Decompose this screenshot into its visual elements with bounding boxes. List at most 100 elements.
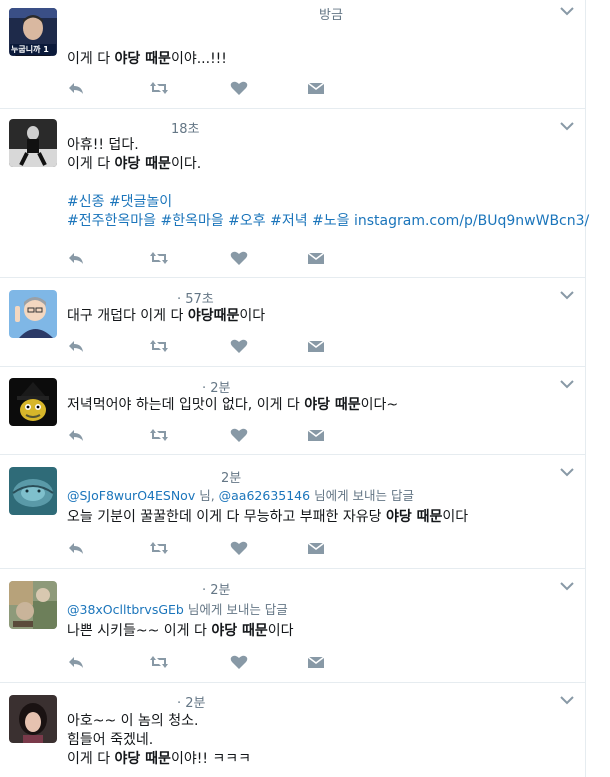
reply-icon[interactable]: [67, 654, 85, 670]
avatar[interactable]: [9, 695, 57, 743]
tweet[interactable]: · 2분 @38xOclltbrvsGEb 님에게 보내는 답글 나쁜 시키들~~…: [0, 569, 586, 683]
envelope-icon[interactable]: [307, 654, 325, 670]
avatar-badge: 누굽니까 1: [11, 45, 49, 54]
reply-icon[interactable]: [67, 338, 85, 354]
heart-icon[interactable]: [230, 654, 248, 670]
highlight-text: 야당때문: [187, 308, 240, 324]
tweet-actions: [67, 250, 337, 266]
chevron-down-icon[interactable]: [560, 121, 574, 131]
avatar[interactable]: [9, 290, 57, 338]
tweet-text-segment: 이야!! ㅋㅋㅋ: [170, 751, 252, 767]
heart-icon[interactable]: [230, 338, 248, 354]
tweet[interactable]: 18초 아휴!! 덥다. 이게 다 야당 때문이다. #신종 #댓글놀이 #전주한옥마…: [0, 109, 589, 278]
avatar[interactable]: 누굽니까 1: [9, 8, 57, 56]
tweet-line: 이게 다 야당 때문이야!! ㅋㅋㅋ: [67, 750, 572, 769]
envelope-icon[interactable]: [307, 250, 325, 266]
tweet-line: 아호~~ 이 놈의 청소.: [67, 712, 572, 731]
tweet-text-segment: 이게 다: [67, 751, 115, 767]
tweet-time[interactable]: 방금: [319, 4, 343, 23]
tweet-text: 이게 다 야당 때문이야...!!!: [67, 50, 572, 69]
tweet-actions: [67, 540, 337, 556]
tweet-text-segment: 이게 다: [67, 51, 115, 67]
tweet-time[interactable]: · 2분: [177, 692, 206, 711]
tweet-text-segment: 아호~~ 이 놈의 청소.: [67, 713, 199, 729]
tweet-time[interactable]: · 2분: [202, 377, 231, 396]
reply-icon[interactable]: [67, 80, 85, 96]
tweet[interactable]: · 57초 대구 개덥다 이게 다 야당때문이다: [0, 278, 586, 367]
highlight-text: 야당 때문: [304, 397, 361, 413]
text-link[interactable]: #전주한옥마을 #한옥마을 #오후 #저녁 #노을 instagram.com/…: [67, 213, 589, 229]
chevron-down-icon[interactable]: [560, 581, 574, 591]
tweet-time[interactable]: 2분: [221, 467, 241, 486]
text-link[interactable]: #신종 #댓글놀이: [67, 194, 172, 210]
highlight-text: 야당 때문: [114, 51, 171, 67]
avatar[interactable]: [9, 119, 57, 167]
envelope-icon[interactable]: [307, 540, 325, 556]
tweet-text-segment: 이게 다: [67, 156, 115, 172]
envelope-icon[interactable]: [307, 427, 325, 443]
tweet-text-segment: 님,: [195, 488, 219, 503]
heart-icon[interactable]: [230, 80, 248, 96]
tweet-text-segment: 이다~: [360, 397, 399, 413]
tweet-text-segment: 이야...!!!: [170, 51, 227, 67]
chevron-down-icon[interactable]: [560, 6, 574, 16]
reply-icon[interactable]: [67, 427, 85, 443]
tweet-text: 아호~~ 이 놈의 청소. 힘들어 죽겠네. 이게 다 야당 때문이야!! ㅋㅋㅋ: [67, 712, 572, 769]
tweet-text-segment: 저녁먹어야 하는데 입맛이 없다, 이게 다: [67, 397, 305, 413]
text-link[interactable]: @SJoF8wurO4ESNov: [67, 488, 195, 503]
chevron-down-icon[interactable]: [560, 379, 574, 389]
tweet[interactable]: · 2분 저녁먹어야 하는데 입맛이 없다, 이게 다 야당 때문이다~: [0, 367, 586, 455]
tweet[interactable]: · 2분 아호~~ 이 놈의 청소. 힘들어 죽겠네. 이게 다 야당 때문이야!!…: [0, 683, 586, 777]
tweet-line: #신종 #댓글놀이: [67, 193, 572, 212]
tweet-text: 저녁먹어야 하는데 입맛이 없다, 이게 다 야당 때문이다~: [67, 396, 572, 415]
highlight-text: 야당 때문: [114, 156, 171, 172]
tweet-time[interactable]: · 2분: [202, 579, 231, 598]
tweet-text: 대구 개덥다 이게 다 야당때문이다: [67, 307, 572, 326]
tweet-actions: [67, 338, 337, 354]
tweet[interactable]: 누굽니까 1 방금 이게 다 야당 때문이야...!!!: [0, 0, 586, 109]
retweet-icon[interactable]: [149, 338, 169, 354]
highlight-text: 야당 때문: [385, 509, 443, 525]
heart-icon[interactable]: [230, 427, 248, 443]
highlight-text: 야당 때문: [114, 751, 171, 767]
tweet-actions: [67, 654, 337, 670]
avatar[interactable]: [9, 378, 57, 426]
chevron-down-icon[interactable]: [560, 467, 574, 477]
heart-icon[interactable]: [230, 250, 248, 266]
reply-icon[interactable]: [67, 250, 85, 266]
tweet-text: 아휴!! 덥다. 이게 다 야당 때문이다. #신종 #댓글놀이 #전주한옥마을 #한…: [67, 136, 589, 231]
tweet-text: @SJoF8wurO4ESNov 님, @aa62635146 님에게 보내는 …: [67, 487, 572, 527]
tweet-text-segment: 대구 개덥다 이게 다: [67, 308, 188, 324]
envelope-icon[interactable]: [307, 338, 325, 354]
retweet-icon[interactable]: [149, 540, 169, 556]
reply-context: @SJoF8wurO4ESNov 님, @aa62635146 님에게 보내는 …: [67, 487, 572, 504]
chevron-down-icon[interactable]: [560, 290, 574, 300]
tweet-time[interactable]: · 57초: [177, 288, 214, 307]
chevron-down-icon[interactable]: [560, 695, 574, 705]
tweet-time[interactable]: 18초: [171, 118, 200, 137]
retweet-icon[interactable]: [149, 80, 169, 96]
tweet[interactable]: 2분 @SJoF8wurO4ESNov 님, @aa62635146 님에게 보…: [0, 455, 586, 569]
avatar[interactable]: [9, 581, 57, 629]
tweet-line: 이게 다 야당 때문이야...!!!: [67, 50, 572, 69]
reply-icon[interactable]: [67, 540, 85, 556]
text-link[interactable]: @aa62635146: [219, 488, 310, 503]
retweet-icon[interactable]: [149, 427, 169, 443]
tweet-text-segment: 이다: [267, 623, 294, 639]
tweet-line: 힘들어 죽겠네.: [67, 731, 572, 750]
timeline: 누굽니까 1 방금 이게 다 야당 때문이야...!!! 18초 아휴!! 덥다…: [0, 0, 589, 777]
avatar[interactable]: [9, 467, 57, 515]
tweet-line: 나쁜 시키들~~ 이게 다 야당 때문이다: [67, 622, 572, 641]
text-link[interactable]: @38xOclltbrvsGEb: [67, 602, 184, 617]
tweet-text: @38xOclltbrvsGEb 님에게 보내는 답글 나쁜 시키들~~ 이게 다…: [67, 601, 572, 641]
heart-icon[interactable]: [230, 540, 248, 556]
tweet-text-segment: 이다.: [170, 156, 202, 172]
tweet-line: 저녁먹어야 하는데 입맛이 없다, 이게 다 야당 때문이다~: [67, 396, 572, 415]
tweet-line: 오늘 기분이 꿀꿀한데 이게 다 무능하고 부패한 자유당 야당 때문이다: [67, 508, 572, 527]
tweet-text-segment: 힘들어 죽겠네.: [67, 732, 154, 748]
tweet-text-segment: 이다: [442, 509, 469, 525]
retweet-icon[interactable]: [149, 654, 169, 670]
retweet-icon[interactable]: [149, 250, 169, 266]
envelope-icon[interactable]: [307, 80, 325, 96]
